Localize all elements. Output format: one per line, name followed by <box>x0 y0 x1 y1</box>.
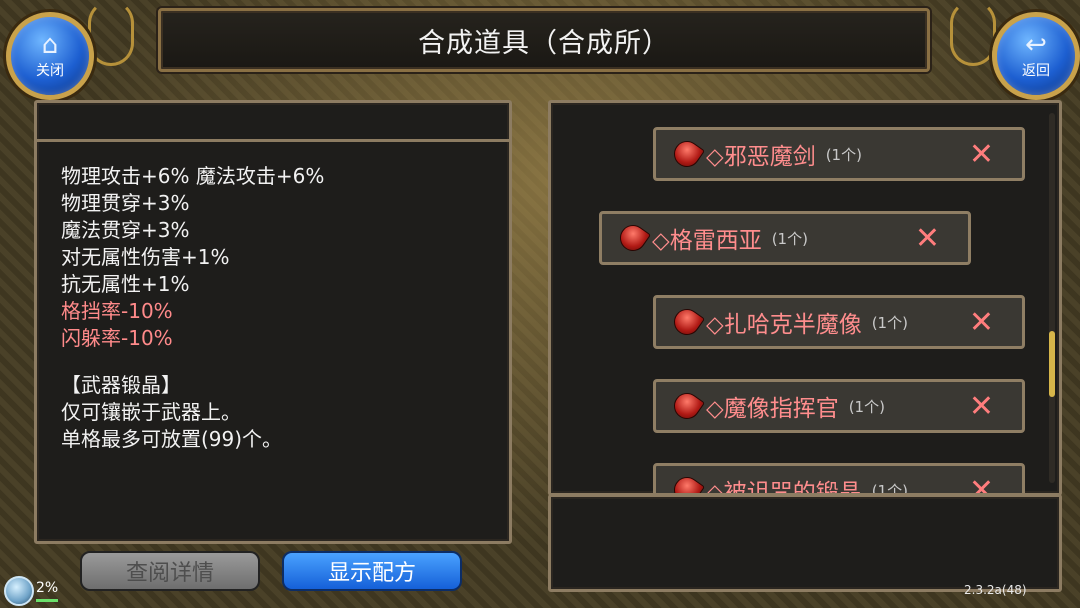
page-title: 合成道具（合成所） <box>418 27 670 59</box>
recipe-result-panel <box>548 494 1062 592</box>
remove-x-icon[interactable]: ✕ <box>969 473 994 494</box>
stat-line: 物理攻击+6% 魔法攻击+6% <box>61 164 325 188</box>
return-arrow-icon: ↩ <box>1025 30 1047 60</box>
progress-bar <box>36 599 58 602</box>
red-gem-icon <box>668 135 706 173</box>
view-details-button[interactable]: 查阅详情 <box>80 551 260 591</box>
close-button-label: 关闭 <box>36 63 64 79</box>
back-button[interactable]: ↩ 返回 <box>992 12 1080 100</box>
red-gem-icon <box>614 219 652 257</box>
material-item[interactable]: ◇邪恶魔剑 (1个) ✕ <box>653 127 1025 181</box>
material-name: ◇被诅咒的锻晶 <box>706 480 862 496</box>
materials-list-panel[interactable]: ◇邪恶魔剑 (1个) ✕ ◇格雷西亚 (1个) ✕ ◇扎哈克半魔像 (1个) ✕… <box>548 100 1062 496</box>
right-ornament <box>950 0 996 66</box>
title-bar: 合成道具（合成所） <box>158 8 930 72</box>
scrollbar-thumb[interactable] <box>1049 331 1055 397</box>
penalty-line: 格挡率-10% <box>61 299 173 323</box>
material-item[interactable]: ◇扎哈克半魔像 (1个) ✕ <box>653 295 1025 349</box>
material-item[interactable]: ◇格雷西亚 (1个) ✕ <box>599 211 971 265</box>
back-button-label: 返回 <box>1022 63 1050 79</box>
version-label: 2.3.2a(48) <box>964 583 1027 597</box>
remove-x-icon[interactable]: ✕ <box>969 137 994 172</box>
material-qty: (1个) <box>771 229 808 248</box>
remove-x-icon[interactable]: ✕ <box>915 221 940 256</box>
stat-line: 魔法贯穿+3% <box>61 218 190 242</box>
status-orb-icon <box>4 576 34 606</box>
material-name: ◇魔像指挥官 <box>706 396 839 422</box>
home-icon: ⌂ <box>41 30 59 60</box>
note-line: 仅可镶嵌于武器上。 <box>61 400 241 424</box>
item-description-panel: 物理攻击+6% 魔法攻击+6% 物理贯穿+3% 魔法贯穿+3% 对无属性伤害+1… <box>34 100 512 544</box>
material-qty: (1个) <box>825 145 862 164</box>
penalty-line: 闪躲率-10% <box>61 326 173 350</box>
stat-line: 物理贯穿+3% <box>61 191 190 215</box>
material-name: ◇格雷西亚 <box>652 228 762 254</box>
scrollbar-track[interactable] <box>1049 113 1055 483</box>
remove-x-icon[interactable]: ✕ <box>969 305 994 340</box>
material-item[interactable]: ◇魔像指挥官 (1个) ✕ <box>653 379 1025 433</box>
remove-x-icon[interactable]: ✕ <box>969 389 994 424</box>
description-header <box>37 103 509 142</box>
red-gem-icon <box>668 387 706 425</box>
left-ornament <box>88 0 134 66</box>
note-line: 单格最多可放置(99)个。 <box>61 427 283 451</box>
red-gem-icon <box>668 303 706 341</box>
note-line: 【武器锻晶】 <box>61 373 181 397</box>
material-item[interactable]: ◇被诅咒的锻晶 (1个) ✕ <box>653 463 1025 496</box>
stat-line: 对无属性伤害+1% <box>61 245 230 269</box>
show-recipe-button[interactable]: 显示配方 <box>282 551 462 591</box>
progress-percent: 2% <box>36 580 59 596</box>
item-description: 物理攻击+6% 魔法攻击+6% 物理贯穿+3% 魔法贯穿+3% 对无属性伤害+1… <box>61 163 324 453</box>
material-qty: (1个) <box>848 397 885 416</box>
material-qty: (1个) <box>871 313 908 332</box>
close-button[interactable]: ⌂ 关闭 <box>6 12 94 100</box>
material-name: ◇邪恶魔剑 <box>706 144 816 170</box>
stat-line: 抗无属性+1% <box>61 272 190 296</box>
material-name: ◇扎哈克半魔像 <box>706 312 862 338</box>
red-gem-icon <box>668 471 706 493</box>
